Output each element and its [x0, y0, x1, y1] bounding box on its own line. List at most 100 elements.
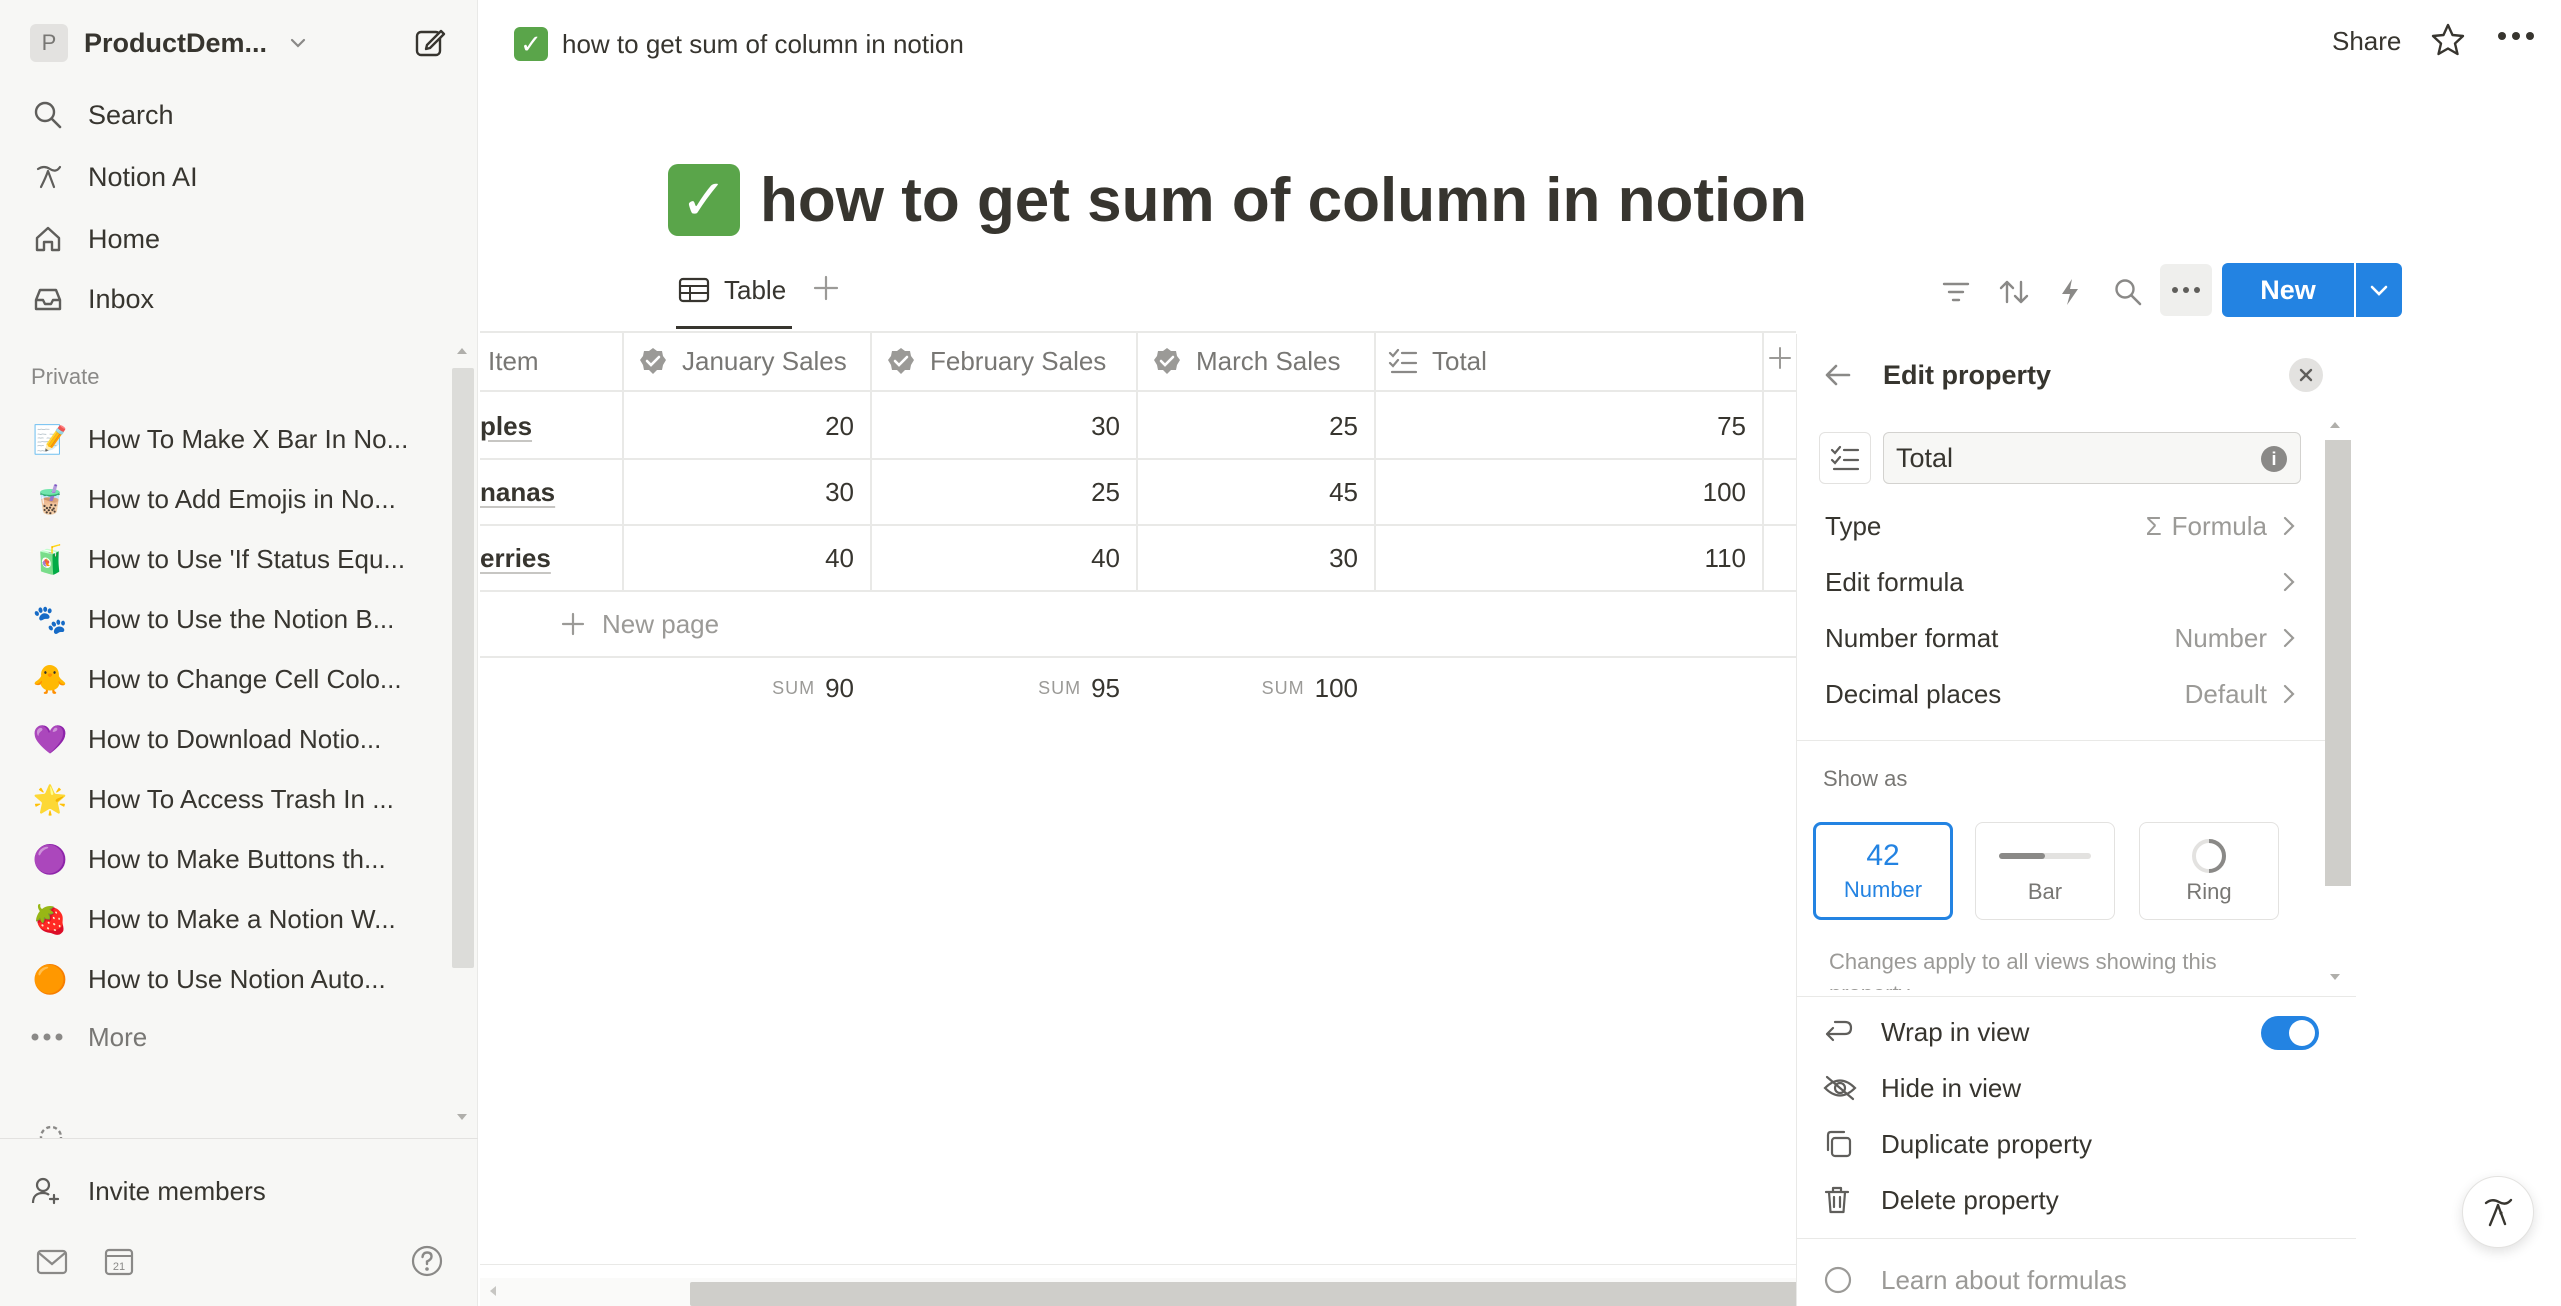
table-cell-feb[interactable]: 40	[872, 526, 1120, 590]
table-cell-item[interactable]: nanas	[480, 460, 555, 524]
close-icon[interactable]	[2289, 358, 2323, 392]
status-badge-icon	[886, 346, 916, 376]
sidebar-page-item[interactable]: 🧃 How to Use 'If Status Equ...	[30, 534, 406, 584]
help-icon[interactable]	[410, 1244, 444, 1278]
decimal-places-row[interactable]: Decimal places Default	[1825, 670, 2295, 718]
sidebar-scrollbar-thumb[interactable]	[452, 368, 474, 968]
duplicate-property-row[interactable]: Duplicate property	[1823, 1120, 2313, 1168]
section-label-private[interactable]: Private	[31, 364, 99, 390]
table-cell-item[interactable]: ples	[480, 394, 532, 458]
sidebar-page-item[interactable]: 🍓 How to Make a Notion W...	[30, 894, 396, 944]
sum-cell-feb[interactable]: SUM 95	[872, 668, 1120, 708]
panel-scroll-up-icon[interactable]	[2328, 420, 2342, 430]
sidebar-page-label: How To Access Trash In ...	[88, 783, 394, 814]
table-cell-mar[interactable]: 30	[1138, 526, 1358, 590]
sum-cell-mar[interactable]: SUM 100	[1138, 668, 1358, 708]
table-cell-total[interactable]: 110	[1376, 526, 1746, 590]
wrap-in-view-row[interactable]: Wrap in view	[1823, 1008, 2313, 1056]
edit-formula-row[interactable]: Edit formula	[1825, 558, 2295, 606]
settings-gear-icon	[36, 1122, 66, 1138]
mail-icon[interactable]	[36, 1248, 68, 1276]
more-options-icon[interactable]	[2496, 30, 2536, 42]
filter-icon[interactable]	[1936, 272, 1976, 312]
invite-members-button[interactable]: Invite members	[30, 1166, 266, 1216]
column-header-january[interactable]: January Sales	[638, 332, 847, 390]
table-cell-total[interactable]: 75	[1376, 394, 1746, 458]
sidebar-page-item[interactable]: 🟠 How to Use Notion Auto...	[30, 954, 386, 1004]
sidebar-page-item[interactable]: 🧋 How to Add Emojis in No...	[30, 474, 396, 524]
table-cell-mar[interactable]: 45	[1138, 460, 1358, 524]
delete-property-row[interactable]: Delete property	[1823, 1176, 2313, 1224]
back-arrow-icon[interactable]	[1821, 358, 1855, 392]
sum-cell-jan[interactable]: SUM 90	[624, 668, 854, 708]
share-button[interactable]: Share	[2332, 26, 2401, 57]
home-icon	[30, 221, 66, 257]
table-cell-mar[interactable]: 25	[1138, 394, 1358, 458]
table-cell-jan[interactable]: 30	[624, 460, 854, 524]
learn-about-formulas-link[interactable]: Learn about formulas	[1823, 1256, 2127, 1304]
action-label: Hide in view	[1881, 1072, 2022, 1103]
sidebar-inbox[interactable]: Inbox	[30, 274, 154, 324]
sidebar-home[interactable]: Home	[30, 214, 160, 264]
scroll-down-arrow-icon[interactable]	[455, 1112, 469, 1122]
automation-lightning-icon[interactable]	[2050, 272, 2090, 312]
table-cell-jan[interactable]: 20	[624, 394, 854, 458]
new-button[interactable]: New	[2222, 263, 2354, 317]
column-header-march[interactable]: March Sales	[1152, 332, 1341, 390]
sidebar-page-item[interactable]: 💜 How to Download Notio...	[30, 714, 382, 764]
status-badge-icon	[1152, 346, 1182, 376]
show-as-number-option[interactable]: 42 Number	[1813, 822, 1953, 920]
favorite-star-icon[interactable]	[2430, 22, 2466, 58]
column-header-item[interactable]: Item	[488, 332, 539, 390]
sidebar-notion-ai[interactable]: Notion AI	[30, 152, 198, 202]
sort-icon[interactable]	[1994, 272, 2034, 312]
column-header-total[interactable]: Total	[1388, 332, 1487, 390]
sidebar-page-item[interactable]: 📝 How To Make X Bar In No...	[30, 414, 409, 464]
new-page-compose-icon[interactable]	[412, 24, 448, 60]
workspace-switcher[interactable]: P ProductDem...	[30, 22, 309, 64]
check-emoji-icon: ✓	[514, 27, 548, 61]
col-border	[1762, 331, 1764, 592]
new-page-row-button[interactable]: New page	[560, 602, 719, 646]
sidebar-page-item[interactable]: 🐾 How to Use the Notion B...	[30, 594, 395, 644]
row-value: Number	[2174, 622, 2267, 653]
page-title[interactable]: ✓ how to get sum of column in notion	[668, 160, 1807, 240]
panel-scroll-down-icon[interactable]	[2328, 972, 2342, 982]
sidebar-search[interactable]: Search	[30, 90, 174, 140]
sidebar-inbox-label: Inbox	[88, 283, 155, 314]
table-search-icon[interactable]	[2108, 272, 2148, 312]
property-name-input[interactable]	[1883, 432, 2301, 484]
view-more-icon[interactable]	[2160, 264, 2212, 316]
table-cell-item[interactable]: erries	[480, 526, 551, 590]
sidebar-page-item[interactable]: 🟣 How to Make Buttons th...	[30, 834, 386, 884]
sidebar-page-item[interactable]: 🌟 How To Access Trash In ...	[30, 774, 394, 824]
wrap-in-view-toggle[interactable]	[2261, 1016, 2319, 1050]
add-column-icon[interactable]	[1768, 346, 1792, 370]
table-cell-feb[interactable]: 30	[872, 394, 1120, 458]
notion-ai-float-button[interactable]	[2462, 1176, 2534, 1248]
inbox-icon	[30, 281, 66, 317]
hide-in-view-row[interactable]: Hide in view	[1823, 1064, 2313, 1112]
show-as-bar-option[interactable]: Bar	[1975, 822, 2115, 920]
scroll-left-arrow-icon[interactable]	[488, 1284, 498, 1298]
sidebar-more[interactable]: More	[30, 1012, 147, 1062]
table-bottom-border	[480, 1264, 1796, 1265]
info-icon[interactable]: i	[2261, 446, 2287, 472]
new-dropdown-caret-icon[interactable]	[2356, 263, 2402, 317]
number-format-row[interactable]: Number format Number	[1825, 614, 2295, 662]
sidebar-page-label: How to Make Buttons th...	[88, 843, 386, 874]
property-type-icon[interactable]	[1819, 432, 1871, 484]
column-header-february[interactable]: February Sales	[886, 332, 1106, 390]
sidebar-page-item[interactable]: 🐥 How to Change Cell Colo...	[30, 654, 402, 704]
breadcrumb[interactable]: ✓ how to get sum of column in notion	[514, 24, 964, 64]
show-as-ring-option[interactable]: Ring	[2139, 822, 2279, 920]
add-view-icon[interactable]	[812, 274, 840, 302]
table-cell-feb[interactable]: 25	[872, 460, 1120, 524]
scroll-up-arrow-icon[interactable]	[455, 346, 469, 356]
page-icon-check[interactable]: ✓	[668, 164, 740, 236]
table-cell-total[interactable]: 100	[1376, 460, 1746, 524]
panel-scrollbar-thumb[interactable]	[2325, 440, 2351, 886]
table-cell-jan[interactable]: 40	[624, 526, 854, 590]
calendar-icon[interactable]: 21	[104, 1246, 134, 1276]
view-tab-table[interactable]: Table	[678, 270, 786, 310]
